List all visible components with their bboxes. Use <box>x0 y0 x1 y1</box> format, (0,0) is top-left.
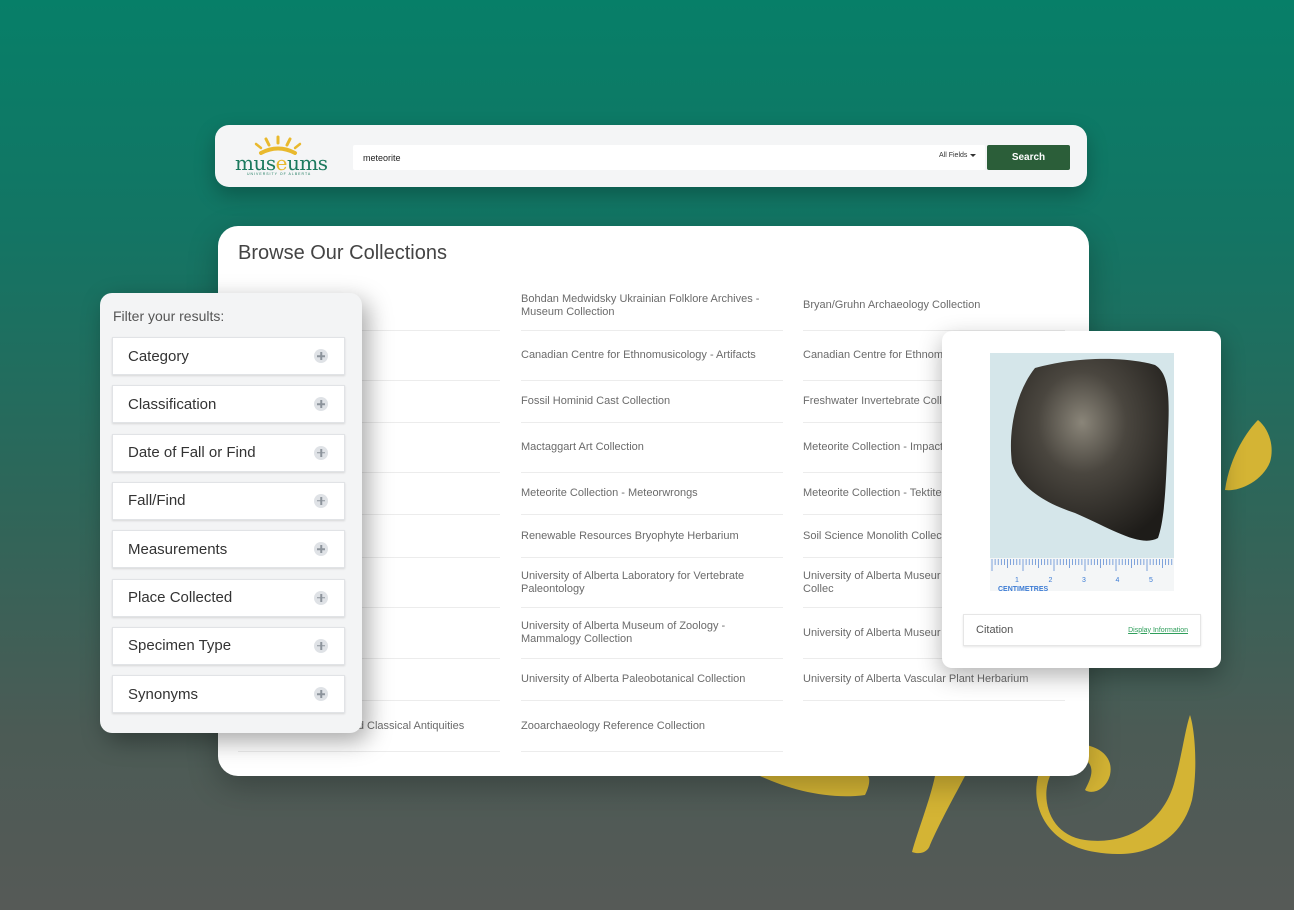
meteorite-photo: 1 2 3 4 5 CENTIMETRES <box>990 353 1174 591</box>
brush-curve-left <box>760 776 870 797</box>
facet-label: Classification <box>128 395 217 413</box>
search-button[interactable]: Search <box>987 145 1070 170</box>
citation-label: Citation <box>976 624 1014 636</box>
page-title: Browse Our Collections <box>238 242 447 264</box>
collection-link[interactable]: Meteorite Collection - Meteorwrongs <box>521 473 783 515</box>
facet-label: Category <box>128 347 189 365</box>
collection-link-text: University of Alberta Museum of Zoology … <box>521 620 726 645</box>
plus-circle-icon[interactable] <box>314 687 328 702</box>
collection-link-text: Fossil Hominid Cast Collection <box>521 395 671 407</box>
collection-link-text: Freshwater Invertebrate Coll <box>803 395 942 407</box>
collection-link-text: Renewable Resources Bryophyte Herbarium <box>521 529 739 542</box>
facet-fall-find[interactable]: Fall/Find <box>112 481 345 520</box>
facet-classification[interactable]: Classification <box>112 385 345 424</box>
collection-link[interactable]: Bohdan Medwidsky Ukrainian Folklore Arch… <box>521 281 783 331</box>
filter-panel: Filter your results: Category Classificat… <box>100 293 362 733</box>
plus-circle-icon[interactable] <box>314 349 328 363</box>
facet-label: Fall/Find <box>128 492 186 510</box>
collection-link-text: Meteorite Collection - Tektite <box>803 487 942 499</box>
collection-link-text: Bryan/Gruhn Archaeology Collection <box>803 299 981 311</box>
collection-link[interactable]: Canadian Centre for Ethnomusicology - Ar… <box>521 331 783 381</box>
plus-circle-icon[interactable] <box>314 493 328 508</box>
specimen-card: 1 2 3 4 5 CENTIMETRES Citation Display Infor… <box>942 331 1221 668</box>
collection-link-text: University of Alberta Laboratory for Ver… <box>521 569 745 595</box>
logo-subtitle: UNIVERSITY OF ALBERTA <box>247 172 312 176</box>
search-header: museums UNIVERSITY OF ALBERTA All Fields… <box>215 125 1087 187</box>
collection-link[interactable]: University of Alberta Laboratory for Ver… <box>521 558 783 608</box>
collection-link[interactable]: University of Alberta Paleobotanical Col… <box>521 659 783 701</box>
citation-row: Citation Display Information <box>963 614 1201 646</box>
caret-down-icon <box>970 154 977 157</box>
ruler-number: 3 <box>1082 577 1086 584</box>
ruler-number: 4 <box>1116 577 1120 584</box>
facet-label: Date of Fall or Find <box>128 444 256 462</box>
field-select-value: All Fields <box>939 152 968 159</box>
collection-link[interactable]: Renewable Resources Bryophyte Herbarium <box>521 515 783 558</box>
museums-logo[interactable]: museums UNIVERSITY OF ALBERTA <box>233 135 333 179</box>
collection-link-text: Meteorite Collection - Meteorwrongs <box>521 487 698 499</box>
facet-category[interactable]: Category <box>112 337 345 375</box>
facet-label: Synonyms <box>128 685 199 703</box>
collection-link-text: Mactaggart Art Collection <box>521 441 644 453</box>
plus-circle-icon[interactable] <box>314 638 328 653</box>
facet-measurements[interactable]: Measurements <box>112 530 345 569</box>
collection-link[interactable]: Mactaggart Art Collection <box>521 423 783 473</box>
collection-link[interactable]: University of Alberta Museum of Zoology … <box>521 608 783 659</box>
collection-link-text: Soil Science Monolith Collect <box>803 529 945 542</box>
ruler-number: 5 <box>1149 577 1153 584</box>
brush-leaf-shape <box>1225 420 1272 491</box>
facet-specimen-type[interactable]: Specimen Type <box>112 626 345 665</box>
facet-label: Measurements <box>128 540 228 558</box>
ruler-label: CENTIMETRES <box>998 586 1049 591</box>
display-information-link[interactable]: Display Information <box>1128 627 1188 634</box>
facet-synonyms[interactable]: Synonyms <box>112 675 345 714</box>
plus-circle-icon[interactable] <box>314 590 328 605</box>
ruler-number: 2 <box>1049 577 1053 584</box>
facet-date-of-fall-or-find[interactable]: Date of Fall or Find <box>112 433 345 472</box>
collection-link-text: Zooarchaeology Reference Collection <box>521 719 706 732</box>
plus-circle-icon[interactable] <box>314 445 328 460</box>
plus-circle-icon[interactable] <box>314 397 328 412</box>
collection-link[interactable]: Bryan/Gruhn Archaeology Collection <box>803 281 1065 331</box>
facet-label: Place Collected <box>128 589 233 606</box>
collection-link-text: Canadian Centre for Ethnomusicology - Ar… <box>521 349 756 361</box>
plus-circle-icon[interactable] <box>314 542 328 557</box>
search-input[interactable] <box>353 145 985 170</box>
collection-link[interactable]: Fossil Hominid Cast Collection <box>521 381 783 423</box>
collection-link-text: Bohdan Medwidsky Ukrainian Folklore Arch… <box>521 292 760 318</box>
specimen-image[interactable]: 1 2 3 4 5 CENTIMETRES <box>990 353 1174 591</box>
collections-column-2: Bohdan Medwidsky Ukrainian Folklore Arch… <box>521 281 783 752</box>
facet-label: Specimen Type <box>128 637 232 655</box>
brush-stroke-seven <box>912 776 965 854</box>
collection-link-text: University of Alberta Vascular Plant Her… <box>803 673 1029 685</box>
field-select-dropdown[interactable]: All Fields <box>939 152 977 159</box>
collection-link[interactable]: Zooarchaeology Reference Collection <box>521 701 783 752</box>
facet-place-collected[interactable]: Place Collected <box>112 578 345 617</box>
filter-title: Filter your results: <box>113 308 225 324</box>
collection-link-text: Meteorite Collection - Impact <box>803 441 943 453</box>
collection-link-text: University of Alberta Paleobotanical Col… <box>521 673 746 685</box>
ruler-number: 1 <box>1015 577 1019 584</box>
